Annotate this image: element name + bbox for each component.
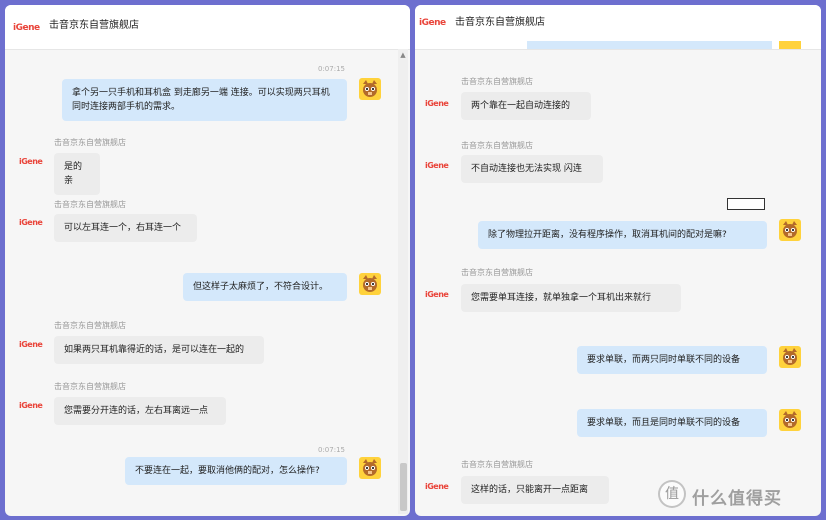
timestamp: 0:07:15 bbox=[318, 446, 345, 454]
timestamp: 0:07:15 bbox=[318, 65, 345, 73]
chat-bubble-incoming: 是的亲 bbox=[54, 153, 100, 195]
shop-logo: iGene bbox=[19, 340, 43, 349]
previous-avatar-edge bbox=[779, 41, 801, 49]
user-avatar bbox=[359, 78, 381, 100]
shop-logo: iGene bbox=[425, 482, 449, 491]
user-avatar bbox=[359, 273, 381, 295]
chat-header: iGene 击音京东自营旗舰店 bbox=[5, 5, 410, 50]
left-chat-panel: iGene 击音京东自营旗舰店 0:07:15 拿个另一只手机和耳机盒 到走廊另… bbox=[5, 5, 410, 516]
scroll-up-arrow-icon[interactable]: ▲ bbox=[399, 51, 407, 59]
shop-logo: iGene bbox=[19, 218, 43, 227]
redacted-box bbox=[727, 198, 765, 210]
chat-title: 击音京东自营旗舰店 bbox=[49, 20, 139, 31]
chat-bubble-outgoing: 要求单联，而两只同时单联不同的设备 bbox=[577, 346, 767, 374]
user-avatar bbox=[779, 346, 801, 368]
chat-bubble-incoming: 您需要分开连的话，左右耳离远一点 bbox=[54, 397, 226, 425]
right-chat-panel: iGene 击音京东自营旗舰店 击音京东自营旗舰店 iGene 两个靠在一起自动… bbox=[415, 5, 821, 516]
shop-logo: iGene bbox=[425, 99, 449, 108]
shop-name-label: 击音京东自营旗舰店 bbox=[461, 268, 533, 277]
chat-bubble-incoming: 不自动连接也无法实现 闪连 bbox=[461, 155, 603, 183]
user-avatar bbox=[779, 409, 801, 431]
shop-logo: iGene bbox=[425, 290, 449, 299]
shop-name-label: 击音京东自营旗舰店 bbox=[54, 138, 126, 147]
shop-name-label: 击音京东自营旗舰店 bbox=[461, 141, 533, 150]
scrollbar-track[interactable] bbox=[398, 49, 408, 514]
chat-bubble-outgoing: 要求单联，而且是同时单联不同的设备 bbox=[577, 409, 767, 437]
shop-name-label: 击音京东自营旗舰店 bbox=[461, 460, 533, 469]
shop-name-label: 击音京东自营旗舰店 bbox=[54, 382, 126, 391]
scrollbar-thumb[interactable] bbox=[400, 463, 407, 511]
chat-bubble-incoming: 如果两只耳机靠得近的话，是可以连在一起的 bbox=[54, 336, 264, 364]
shop-name-label: 击音京东自营旗舰店 bbox=[54, 321, 126, 330]
shop-name-label: 击音京东自营旗舰店 bbox=[54, 200, 126, 209]
chat-bubble-outgoing: 不要连在一起，要取消他俩的配对，怎么操作? bbox=[125, 457, 347, 485]
chat-bubble-outgoing: 但这样子太麻烦了，不符合设计。 bbox=[183, 273, 347, 301]
chat-title: 击音京东自营旗舰店 bbox=[455, 17, 545, 28]
chat-bubble-incoming: 您需要单耳连接，就单独拿一个耳机出来就行 bbox=[461, 284, 681, 312]
chat-bubble-incoming: 这样的话，只能离开一点距离 bbox=[461, 476, 609, 504]
user-avatar bbox=[359, 457, 381, 479]
shop-logo: iGene bbox=[425, 161, 449, 170]
shop-logo: iGene bbox=[13, 23, 40, 33]
chat-bubble-outgoing: 拿个另一只手机和耳机盒 到走廊另一端 连接。可以实现两只耳机同时连接两部手机的需… bbox=[62, 79, 347, 121]
chat-bubble-incoming: 两个靠在一起自动连接的 bbox=[461, 92, 591, 120]
shop-name-label: 击音京东自营旗舰店 bbox=[461, 77, 533, 86]
shop-logo: iGene bbox=[19, 401, 43, 410]
shop-logo: iGene bbox=[419, 18, 446, 28]
shop-logo: iGene bbox=[19, 157, 43, 166]
smzdm-logo-icon: 值 bbox=[658, 480, 686, 508]
previous-bubble-edge bbox=[527, 41, 772, 49]
watermark-text: 什么值得买 bbox=[692, 489, 782, 509]
user-avatar bbox=[779, 219, 801, 241]
chat-bubble-outgoing: 除了物理拉开距离，没有程序操作，取消耳机间的配对是嘛? bbox=[478, 221, 767, 249]
chat-bubble-incoming: 可以左耳连一个，右耳连一个 bbox=[54, 214, 197, 242]
